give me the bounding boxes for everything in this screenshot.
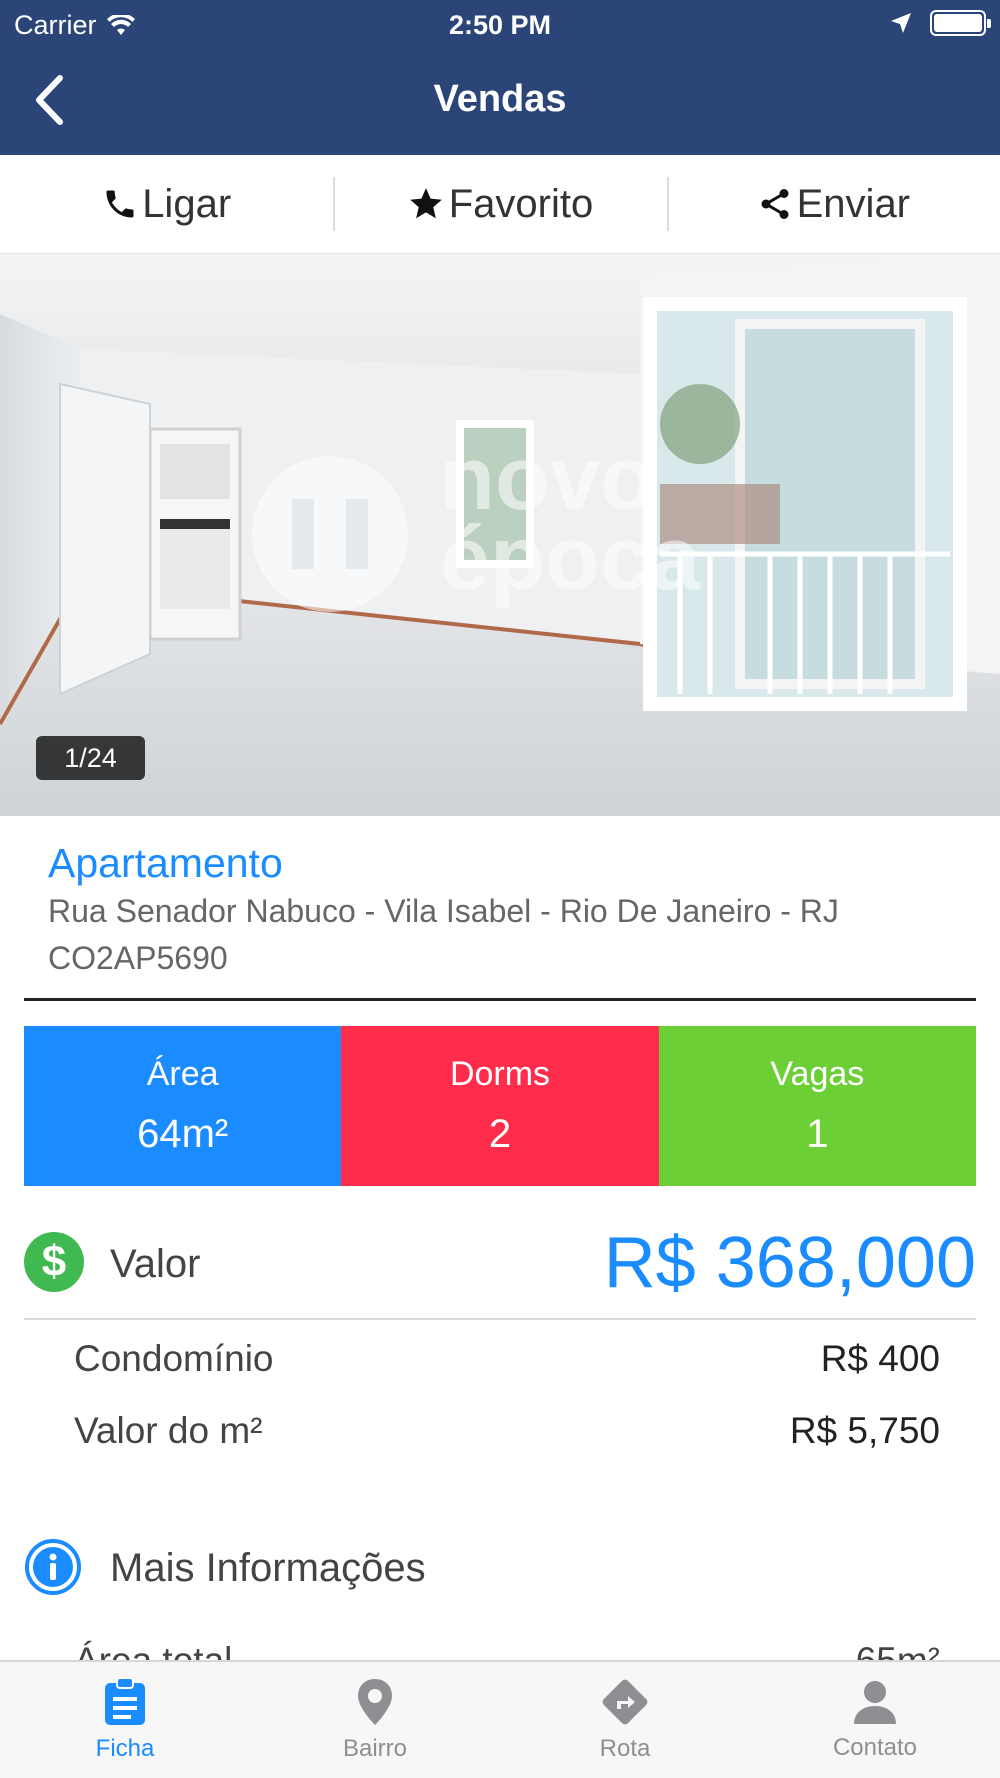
dollar-icon: $ bbox=[24, 1232, 84, 1292]
dorms-value: 2 bbox=[488, 1112, 512, 1156]
tab-rota[interactable]: Rota bbox=[500, 1662, 750, 1778]
tab-ficha-label: Ficha bbox=[95, 1735, 155, 1762]
price-per-m2-label: Valor do m² bbox=[74, 1410, 263, 1451]
room-image: novo época bbox=[0, 254, 1000, 816]
condominio-row: Condomínio R$ 400 bbox=[74, 1338, 940, 1380]
divider bbox=[24, 998, 976, 1001]
status-bar: Carrier 2:50 PM bbox=[0, 0, 1000, 50]
photo-counter: 1/24 bbox=[36, 736, 145, 780]
listing-code: CO2AP5690 bbox=[48, 940, 228, 976]
listing-address: Rua Senador Nabuco - Vila Isabel - Rio D… bbox=[48, 893, 839, 929]
condominio-label: Condomínio bbox=[74, 1338, 274, 1379]
svg-text:época: época bbox=[440, 509, 701, 609]
vagas-value: 1 bbox=[806, 1112, 829, 1156]
phone-icon bbox=[106, 190, 134, 218]
price-label: Valor bbox=[110, 1242, 201, 1286]
map-pin-icon bbox=[358, 1679, 392, 1725]
info-icon bbox=[25, 1539, 81, 1595]
dorms-tile: Dorms 2 bbox=[341, 1026, 659, 1186]
price-row: $ Valor R$ 368,000 bbox=[24, 1222, 976, 1318]
share-button[interactable]: Enviar bbox=[666, 155, 1000, 253]
condominio-value: R$ 400 bbox=[820, 1338, 940, 1379]
call-button[interactable]: Ligar bbox=[0, 155, 333, 253]
call-label: Ligar bbox=[142, 181, 232, 226]
tab-bar: Ficha Bairro Rota Contato bbox=[0, 1660, 1000, 1778]
dorms-label: Dorms bbox=[449, 1055, 551, 1093]
navigation-bar: Carrier 2:50 PM Vendas bbox=[0, 0, 1000, 155]
area-label: Área bbox=[146, 1055, 219, 1093]
feature-tiles: Área 64m² Dorms 2 Vagas 1 bbox=[24, 1026, 976, 1186]
favorite-button[interactable]: Favorito bbox=[333, 155, 666, 253]
share-icon bbox=[761, 189, 789, 219]
tab-rota-label: Rota bbox=[599, 1735, 651, 1762]
battery-icon bbox=[930, 10, 991, 36]
listing-type: Apartamento bbox=[48, 840, 283, 886]
action-bar: Ligar Favorito Enviar bbox=[0, 155, 1000, 254]
share-label: Enviar bbox=[796, 181, 911, 226]
star-icon bbox=[409, 188, 442, 219]
route-arrow-icon bbox=[602, 1679, 648, 1725]
status-time: 2:50 PM bbox=[448, 10, 552, 40]
tab-bairro[interactable]: Bairro bbox=[250, 1662, 500, 1778]
tab-bairro-label: Bairro bbox=[342, 1735, 408, 1762]
area-total-row: Área total 65m² bbox=[74, 1636, 940, 1660]
page-title: Vendas bbox=[433, 78, 567, 120]
location-arrow-icon bbox=[891, 13, 911, 33]
area-total-label: Área total bbox=[74, 1640, 232, 1660]
price-per-m2-row: Valor do m² R$ 5,750 bbox=[74, 1410, 940, 1452]
tab-ficha[interactable]: Ficha bbox=[0, 1662, 250, 1778]
area-tile: Área 64m² bbox=[24, 1026, 342, 1186]
price-divider bbox=[24, 1318, 976, 1320]
vagas-label: Vagas bbox=[770, 1055, 865, 1093]
more-info-label: Mais Informações bbox=[110, 1546, 426, 1590]
tab-contato[interactable]: Contato bbox=[750, 1662, 1000, 1778]
vagas-tile: Vagas 1 bbox=[658, 1026, 976, 1186]
person-icon bbox=[854, 1681, 896, 1724]
favorite-label: Favorito bbox=[448, 181, 594, 226]
clipboard-icon bbox=[105, 1677, 145, 1725]
more-info-header: Mais Informações bbox=[24, 1536, 976, 1600]
property-photo[interactable]: novo época 1/24 bbox=[0, 254, 1000, 816]
area-value: 64m² bbox=[137, 1112, 229, 1156]
price-per-m2-value: R$ 5,750 bbox=[789, 1410, 940, 1451]
price-value: R$ 368,000 bbox=[603, 1223, 976, 1303]
area-total-value: 65m² bbox=[856, 1640, 940, 1660]
tab-contato-label: Contato bbox=[832, 1734, 918, 1761]
status-right bbox=[890, 10, 991, 36]
